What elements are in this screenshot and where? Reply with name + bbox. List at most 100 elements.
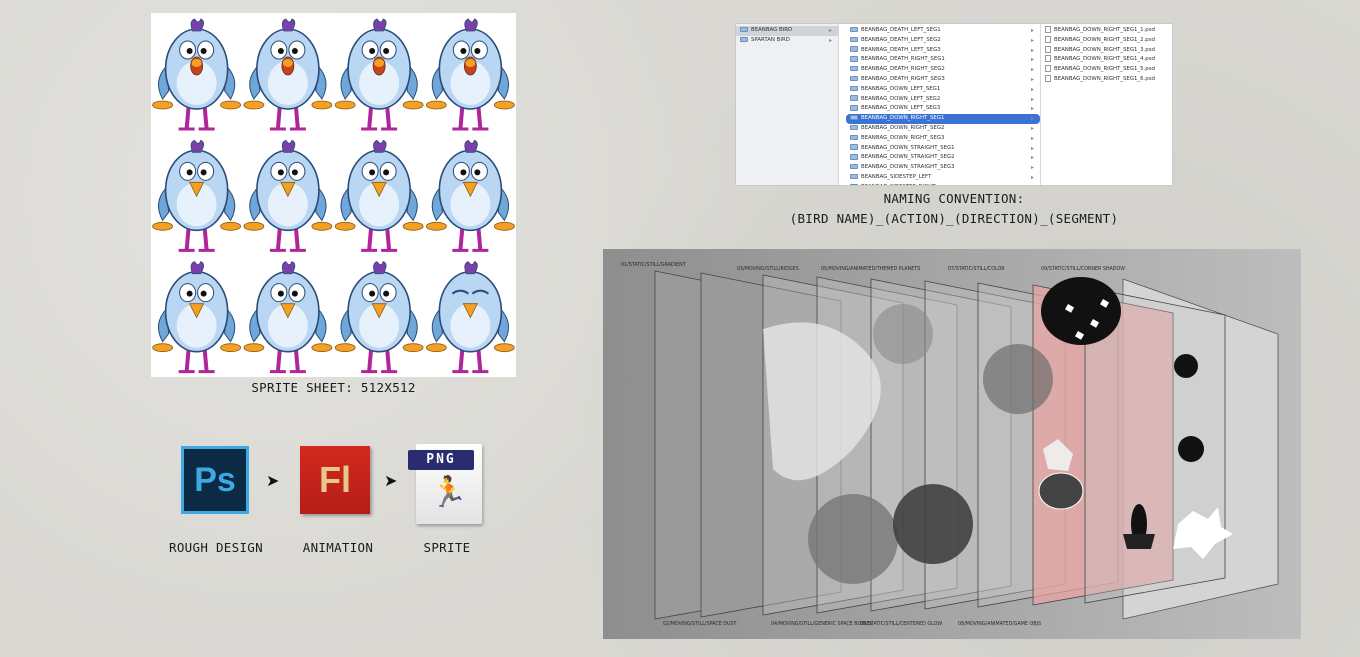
finder-item-action[interactable]: BEANBAG_DOWN_LEFT_SEG3 ▸ [846,104,1040,114]
finder-item-action[interactable]: BEANBAG_SIDESTEP_LEFT ▸ [846,173,1040,183]
finder-item-label: BEANBAG_DOWN_LEFT_SEG2 [861,95,941,102]
bird-sprite-frame [425,18,515,131]
finder-item-label: BEANBAG_DOWN_RIGHT_SEG1_6.psd [1054,75,1155,82]
finder-item-label: BEANBAG_SIDESTEP_RIGHT [861,184,935,185]
planet [808,494,898,584]
folder-icon [850,114,858,121]
layer-label-top: 01/STATIC/STILL/GRADIENT [621,262,686,268]
folder-icon [850,183,858,185]
finder-item-bird[interactable]: BEANBAG BIRD ▸ [736,26,838,36]
chevron-right-icon: ▸ [1030,85,1034,93]
psd-file-icon [1045,26,1051,33]
chevron-right-icon: ▸ [1030,173,1034,181]
finder-item-file[interactable]: BEANBAG_DOWN_RIGHT_SEG1_4.psd [1041,55,1172,65]
asteroid [1038,472,1084,510]
tool-icon-text: Ps [194,461,236,499]
folder-icon [850,163,858,170]
bird-sprite-frame [152,18,242,131]
finder-item-label: BEANBAG_DOWN_RIGHT_SEG1_5.psd [1054,66,1155,73]
layers-illustration: 01/STATIC/STILL/GRADIENT 03/MOVING/STILL/… [603,249,1301,639]
psd-file-icon [1045,65,1051,73]
finder-item-action[interactable]: BEANBAG_DOWN_RIGHT_SEG3 ▸ [846,134,1040,144]
finder-item-label: BEANBAG_DEATH_RIGHT_SEG2 [861,66,945,73]
chevron-right-icon: ▸ [1030,164,1034,172]
bird-sprite-grid [152,18,515,374]
finder-item-action[interactable]: BEANBAG_DOWN_LEFT_SEG1 ▸ [846,85,1040,95]
finder-item-action[interactable]: BEANBAG_DOWN_RIGHT_SEG1 ▸ [846,114,1040,124]
finder-item-action[interactable]: BEANBAG_DEATH_LEFT_SEG1 ▸ [846,26,1040,36]
finder-item-action[interactable]: BEANBAG_DOWN_STRAIGHT_SEG1 ▸ [846,144,1040,154]
folder-icon [850,134,858,141]
flash-icon: Fl [300,446,370,514]
finder-item-label: BEANBAG_DOWN_RIGHT_SEG1 [861,115,945,122]
finder-item-file[interactable]: BEANBAG_DOWN_RIGHT_SEG1_5.psd [1041,65,1172,75]
layer-label-top: 07/STATIC/STILL/COLOR [948,266,1005,272]
sprite-sheet-image [151,13,516,377]
arrow-right-icon: ➤ [266,471,280,490]
bird-sprite-frame [152,261,242,374]
chevron-right-icon: ▸ [1030,36,1034,44]
finder-item-action[interactable]: BEANBAG_DEATH_LEFT_SEG3 ▸ [846,46,1040,56]
finder-item-action[interactable]: BEANBAG_DOWN_STRAIGHT_SEG3 ▸ [846,163,1040,173]
naming-convention-title: NAMING CONVENTION: [883,191,1025,206]
folder-icon [850,75,858,82]
finder-item-label: BEANBAG_SIDESTEP_LEFT [861,173,932,180]
layer-label-bottom: 08/MOVING/ANIMATED/GAME OBJS [958,621,1041,627]
finder-item-label: BEANBAG_DOWN_RIGHT_SEG1_4.psd [1054,56,1155,63]
finder-item-bird[interactable]: SPARTAN BIRD ▸ [736,36,838,46]
psd-file-icon [1045,74,1051,82]
finder-item-action[interactable]: BEANBAG_DEATH_RIGHT_SEG3 ▸ [846,75,1040,85]
layer-label-top: 09/STATIC/STILL/CORNER SHADOW [1041,266,1125,272]
bird-sprite-frame [425,261,515,374]
asteroid-small [1174,354,1198,378]
chevron-right-icon: ▸ [1030,66,1034,74]
finder-column-view: BEANBAG BIRD ▸ SPARTAN BIRD ▸ BEANBAG_DEATH… [735,23,1173,186]
bird-sprite-frame [334,139,424,252]
folder-icon [850,105,858,111]
folder-icon [850,46,858,52]
chevron-right-icon: ▸ [1030,154,1034,162]
finder-item-label: BEANBAG_DEATH_LEFT_SEG1 [861,27,941,33]
finder-item-action[interactable]: BEANBAG_DEATH_LEFT_SEG2 ▸ [846,36,1040,46]
psd-file-icon [1045,55,1051,63]
png-file-icon: PNG 🏃 [408,444,482,524]
chevron-right-icon: ▸ [1030,115,1034,123]
photoshop-icon: Ps [181,446,249,514]
folder-icon [850,65,858,72]
finder-item-action[interactable]: BEANBAG_DOWN_STRAIGHT_SEG2 ▸ [846,153,1040,163]
finder-item-action[interactable]: BEANBAG_SIDESTEP_RIGHT ▸ [846,183,1040,185]
finder-item-action[interactable]: BEANBAG_DOWN_RIGHT_SEG2 ▸ [846,124,1040,134]
finder-item-file[interactable]: BEANBAG_DOWN_RIGHT_SEG1_1.psd [1041,26,1172,36]
chevron-right-icon: ▸ [1030,124,1034,132]
naming-convention-format: (BIRD NAME)_(ACTION)_(DIRECTION)_(SEGMEN… [789,211,1119,226]
finder-item-action[interactable]: BEANBAG_DOWN_LEFT_SEG2 ▸ [846,95,1040,105]
folder-icon [850,56,858,62]
finder-item-action[interactable]: BEANBAG_DEATH_RIGHT_SEG1 ▸ [846,55,1040,65]
bird-sprite-frame [425,139,515,252]
folder-icon [850,95,858,101]
layer-label-top: 03/MOVING/STILL/RIDGES [737,266,799,272]
bird-sprite-frame [243,139,333,252]
chevron-right-icon: ▸ [828,36,832,44]
finder-item-file[interactable]: BEANBAG_DOWN_RIGHT_SEG1_2.psd [1041,35,1172,46]
bird-sprite-frame [334,261,424,374]
folder-icon [850,85,858,92]
finder-column-actions: BEANBAG_DEATH_LEFT_SEG1 ▸ BEANBAG_DEATH_LE… [846,24,1041,185]
finder-item-file[interactable]: BEANBAG_DOWN_RIGHT_SEG1_3.psd [1041,45,1172,56]
workflow-step-label: SPRITE [423,540,471,555]
chevron-right-icon: ▸ [1030,95,1034,103]
chevron-right-icon: ▸ [1030,75,1034,83]
bird-sprite-frame [243,18,333,131]
layer-label-bottom: 06/STATIC/STILL/CENTERED GLOW [860,621,942,627]
finder-item-file[interactable]: BEANBAG_DOWN_RIGHT_SEG1_6.psd [1041,74,1172,85]
finder-item-label: BEANBAG_DOWN_STRAIGHT_SEG3 [861,164,955,171]
finder-item-label: BEANBAG_DOWN_LEFT_SEG3 [861,105,941,112]
folder-icon [850,154,858,160]
chevron-right-icon: ▸ [828,27,832,34]
layer-label-top: 05/MOVING/ANIMATED/THEMED PLANETS [821,266,920,272]
finder-item-action[interactable]: BEANBAG_DEATH_RIGHT_SEG2 ▸ [846,65,1040,75]
finder-item-label: BEANBAG_DOWN_STRAIGHT_SEG1 [861,144,955,151]
folder-icon [850,26,858,33]
finder-item-label: BEANBAG_DOWN_RIGHT_SEG1_2.psd [1054,36,1155,43]
chevron-right-icon: ▸ [1031,183,1034,185]
